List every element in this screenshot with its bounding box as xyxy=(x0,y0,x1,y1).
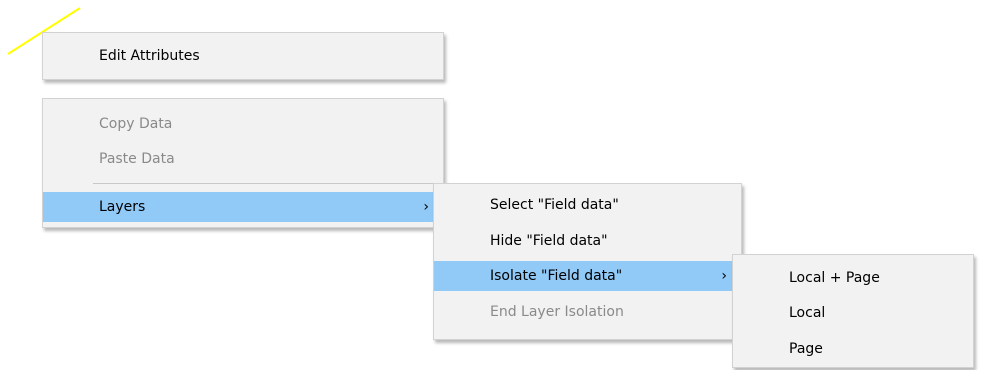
isolate-submenu: Local + Page Local Page xyxy=(732,254,974,368)
chevron-right-icon: › xyxy=(423,199,429,215)
menu-item-local[interactable]: Local xyxy=(733,298,973,328)
menu-item-hide-field-data[interactable]: Hide "Field data" xyxy=(434,226,741,256)
menu-item-select-field-data[interactable]: Select "Field data" xyxy=(434,190,741,220)
menu-item-paste-data[interactable]: Paste Data xyxy=(43,144,443,174)
menu-separator xyxy=(93,183,437,184)
menu-item-page[interactable]: Page xyxy=(733,334,973,364)
context-menu-top: Edit Attributes xyxy=(42,32,444,80)
chevron-right-icon: › xyxy=(721,268,727,284)
menu-item-copy-data[interactable]: Copy Data xyxy=(43,109,443,139)
menu-item-edit-attributes[interactable]: Edit Attributes xyxy=(43,41,443,71)
menu-item-layers[interactable]: Layers › xyxy=(43,192,443,222)
screen: Edit Attributes Copy Data Paste Data Lay… xyxy=(0,0,982,370)
layers-submenu: Select "Field data" Hide "Field data" Is… xyxy=(433,183,742,340)
context-menu-main: Copy Data Paste Data Layers › xyxy=(42,98,444,228)
menu-item-end-layer-isolation[interactable]: End Layer Isolation xyxy=(434,297,741,327)
menu-item-isolate-field-data[interactable]: Isolate "Field data" › xyxy=(434,261,741,291)
menu-item-local-plus-page[interactable]: Local + Page xyxy=(733,263,973,293)
